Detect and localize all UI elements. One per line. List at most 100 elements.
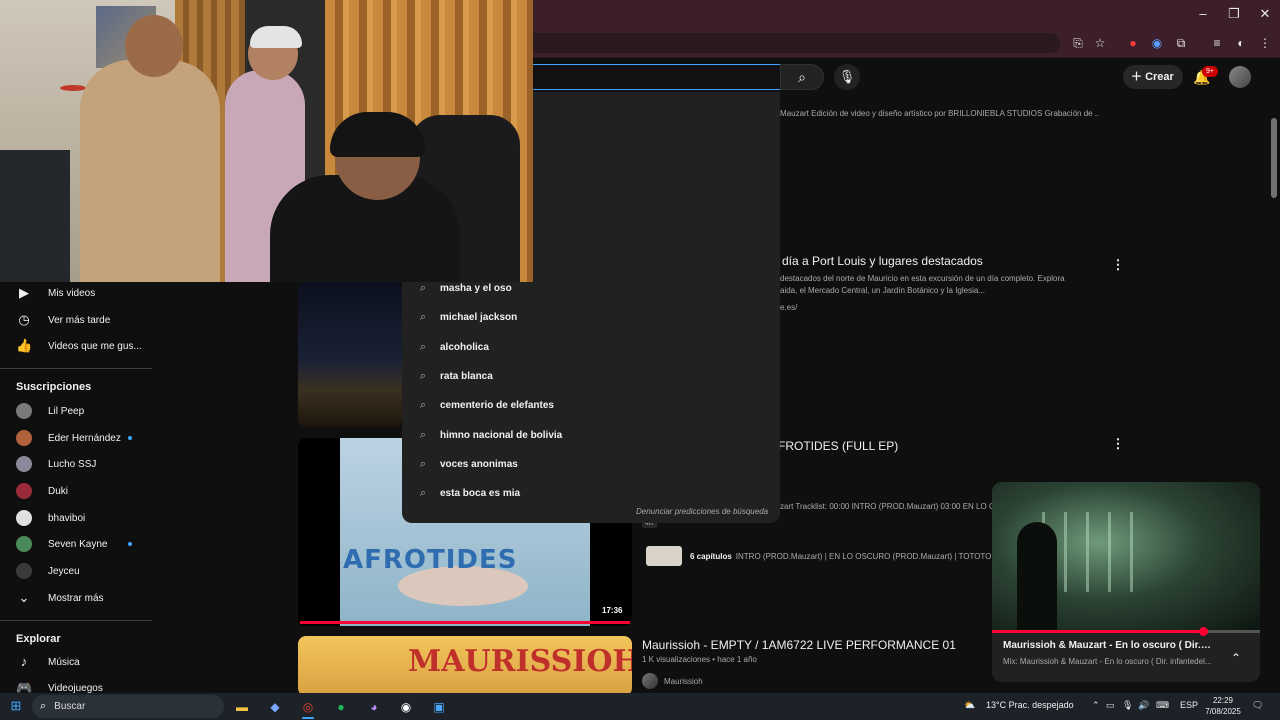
search-icon: ⌕ — [419, 398, 427, 411]
webcam-overlay — [0, 0, 533, 282]
subscriptions-heading: Suscripciones — [16, 381, 92, 393]
suggestion-text: michael jackson — [440, 311, 518, 323]
volume-icon[interactable]: 🔊 — [1138, 700, 1149, 711]
network-icon[interactable]: ▭ — [1106, 700, 1115, 711]
address-bar[interactable] — [460, 33, 1060, 53]
search-suggestion[interactable]: ⌕ cementerio de elefantes — [416, 395, 756, 415]
weather-icon[interactable]: ⛅ — [964, 700, 975, 711]
miniplayer-title[interactable]: Maurissioh & Mauzart - En lo oscuro ( Di… — [1003, 640, 1213, 651]
video-duration: 17:36 — [598, 605, 627, 616]
sidebar-item-label: Videos que me gus... — [48, 340, 142, 352]
sidebar-item-subscription[interactable]: Lucho SSJ — [16, 453, 156, 475]
search-suggestion[interactable]: ⌕ rata blanca — [416, 366, 756, 386]
minimize-icon[interactable]: – — [1188, 5, 1218, 23]
install-app-icon[interactable]: ⎘ — [1069, 34, 1087, 52]
miniplayer[interactable] — [992, 482, 1260, 682]
video-link[interactable]: e.es/ — [780, 303, 840, 312]
account-avatar[interactable] — [1229, 66, 1251, 88]
search-suggestion[interactable]: ⌕ voces anonimas — [416, 454, 756, 474]
restore-icon[interactable]: ❐ — [1219, 5, 1249, 23]
video-title[interactable]: Maurissioh - EMPTY / 1AM6722 LIVE PERFOR… — [642, 638, 956, 652]
search-suggestion[interactable]: ⌕ alcoholica — [416, 337, 756, 357]
video-description: zart Tracklist: 00:00 INTRO (PROD.Mauzar… — [780, 502, 992, 511]
sidebar-item-subscription[interactable]: Lil Peep — [16, 400, 156, 422]
sidebar-item-subscription[interactable]: Seven Kayne — [16, 533, 156, 555]
search-suggestion[interactable]: ⌕ michael jackson — [416, 307, 756, 327]
suggestion-text: cementerio de elefantes — [440, 399, 554, 411]
video-description: Mauzart Edición de video y diseño artíst… — [780, 109, 1100, 118]
sidebar-item-liked-videos[interactable]: 👍 Videos que me gus... — [16, 335, 156, 357]
obs-icon[interactable]: ◉ — [396, 697, 416, 717]
sidebar-item-subscription[interactable]: Duki — [16, 480, 156, 502]
more-options-icon[interactable]: ⋮ — [1111, 437, 1125, 451]
spotify-icon[interactable]: ● — [331, 697, 351, 717]
sidebar-item-subscription[interactable]: bhaviboi — [16, 507, 156, 529]
video-thumbnail[interactable]: MAURISSIOH — [298, 636, 632, 696]
copilot-icon[interactable]: ◆ — [265, 697, 285, 717]
chapters-row[interactable]: 6 capítulos INTRO (PROD.Mauzart) | EN LO… — [646, 546, 1015, 566]
taskbar-search[interactable]: ⌕ Buscar — [32, 695, 224, 718]
chevron-up-icon[interactable]: ⌃ — [1228, 650, 1244, 666]
extension-record-icon[interactable]: ● — [1124, 34, 1142, 52]
video-title[interactable]: día a Port Louis y lugares destacados — [782, 254, 983, 268]
extensions-puzzle-icon[interactable]: ⧉ — [1172, 34, 1190, 52]
video-title[interactable]: FROTIDES (FULL EP) — [778, 439, 898, 453]
thumbnail-text: AFROTIDES — [343, 545, 518, 575]
bookmark-star-icon[interactable]: ☆ — [1091, 34, 1109, 52]
discord-icon[interactable]: ◕ — [364, 697, 384, 717]
sidebar-item-label: Música — [48, 656, 80, 668]
sidebar-item-music[interactable]: ♪ Música — [16, 651, 156, 673]
cam-cap — [250, 26, 302, 48]
windows-start-icon[interactable]: ⊞ — [9, 699, 23, 713]
report-predictions-link[interactable]: Denunciar predicciones de búsqueda — [636, 507, 768, 516]
channel-avatar[interactable] — [642, 673, 658, 689]
media-controls-icon[interactable]: ≡ — [1208, 34, 1226, 52]
sidebar-item-subscription[interactable]: Eder Hernández — [16, 427, 156, 449]
sidebar-item-watch-later[interactable]: ◷ Ver más tarde — [16, 309, 156, 331]
sidebar-divider — [0, 620, 152, 621]
chrome-icon[interactable]: ◎ — [298, 697, 318, 717]
video-icon: ▶ — [19, 285, 29, 300]
suggestion-text: rata blanca — [440, 370, 493, 382]
search-button[interactable]: ⌕ — [780, 64, 824, 90]
mic-tray-icon[interactable]: 🎙 — [1122, 700, 1133, 711]
sidebar-item-my-videos[interactable]: ▶ Mis videos — [16, 282, 156, 304]
chapters-count: 6 capítulos — [690, 551, 732, 561]
sidebar-show-more[interactable]: ⌄ Mostrar más — [16, 587, 156, 609]
cam-person — [80, 60, 220, 282]
extension-shield-icon[interactable]: ◉ — [1148, 34, 1166, 52]
close-icon[interactable]: ✕ — [1250, 5, 1280, 23]
language-indicator[interactable]: ESP — [1180, 700, 1198, 710]
file-explorer-icon[interactable]: ▬ — [232, 697, 252, 717]
create-button[interactable]: ＋ Crear — [1123, 65, 1183, 89]
active-app-indicator — [302, 717, 314, 719]
channel-avatar — [16, 403, 32, 419]
browser-menu-icon[interactable]: ⋮ — [1256, 34, 1274, 52]
channel-avatar — [16, 430, 32, 446]
weather-text[interactable]: 13°C Prac. despejado — [986, 700, 1074, 710]
chevron-up-icon[interactable]: ⌃ — [1092, 700, 1100, 711]
app-icon[interactable]: ▣ — [429, 697, 449, 717]
taskbar-clock[interactable]: 22:29 7/08/2025 — [1203, 695, 1243, 717]
channel-name[interactable]: Maurissioh — [664, 677, 764, 686]
notifications-icon[interactable]: 🗨 — [1252, 700, 1263, 711]
sidebar-item-label: Seven Kayne — [48, 538, 108, 550]
sidebar-item-label: Lil Peep — [48, 405, 85, 417]
search-suggestion[interactable]: ⌕ himno nacional de bolivia — [416, 425, 756, 445]
profile-icon[interactable]: ◐ — [1232, 34, 1250, 52]
sidebar-item-label: Mostrar más — [48, 592, 104, 604]
sidebar-item-label: Lucho SSJ — [48, 458, 97, 470]
chevron-down-icon: ⌄ — [18, 590, 30, 605]
new-content-dot — [128, 542, 132, 546]
video-thumbnail[interactable] — [298, 282, 402, 427]
page-scrollbar[interactable] — [1271, 118, 1277, 198]
sidebar-item-label: bhaviboi — [48, 512, 86, 524]
more-options-icon[interactable]: ⋮ — [1111, 258, 1125, 272]
sidebar-item-subscription[interactable]: Jeyceu — [16, 560, 156, 582]
sidebar-item-label: Jeyceu — [48, 565, 80, 577]
search-suggestion[interactable]: ⌕ esta boca es mia — [416, 483, 756, 503]
voice-search-button[interactable]: 🎙 — [834, 64, 860, 90]
miniplayer-scrubber[interactable] — [1199, 627, 1208, 636]
cam-lamp — [60, 85, 86, 91]
keyboard-icon[interactable]: ⌨ — [1156, 700, 1169, 711]
